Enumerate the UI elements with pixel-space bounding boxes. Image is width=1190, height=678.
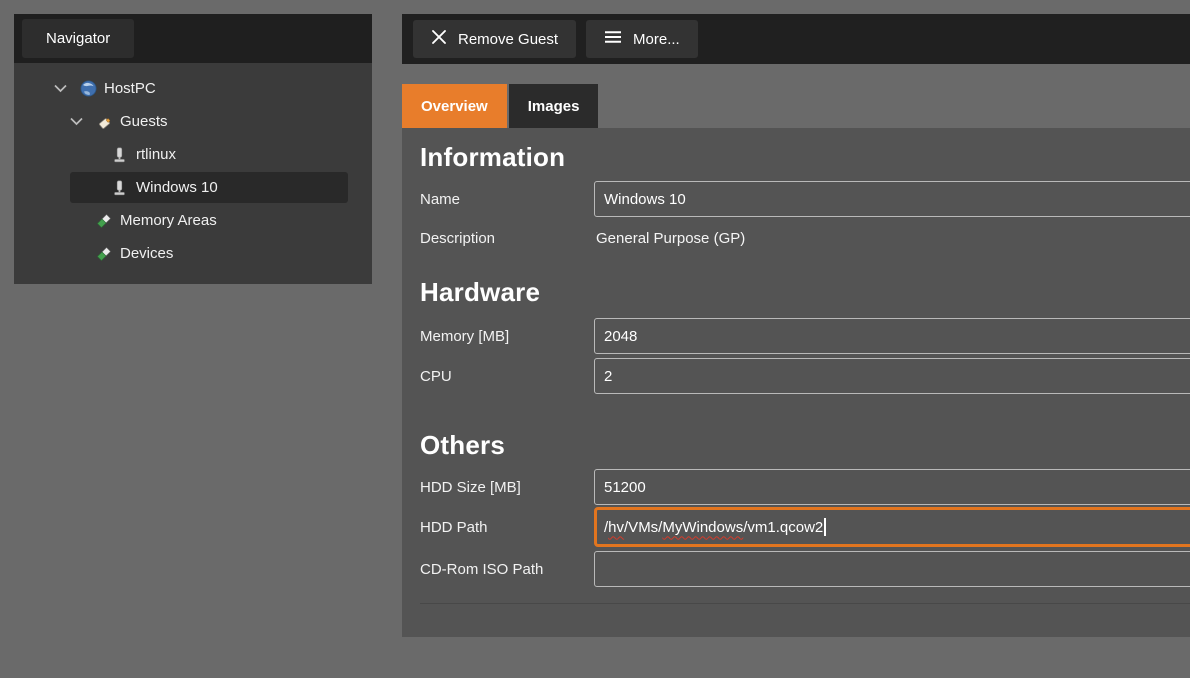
tree-item-devices[interactable]: Devices (14, 237, 372, 270)
tree-item-rtlinux[interactable]: rtlinux (14, 138, 372, 171)
section-divider (420, 603, 1190, 604)
tab-images-label: Images (528, 98, 580, 115)
hdd-path-text: /hv/VMs/MyWindows/vm1.qcow2 (604, 519, 823, 536)
hdd-size-input[interactable] (594, 469, 1190, 505)
tree-item-hostpc[interactable]: HostPC (14, 72, 372, 105)
tree-item-memory-areas[interactable]: Memory Areas (14, 204, 372, 237)
cpu-input[interactable] (594, 358, 1190, 394)
cdrom-input[interactable] (594, 551, 1190, 587)
close-icon (431, 29, 447, 49)
navigator-header: Navigator (14, 14, 372, 63)
information-heading: Information (420, 142, 1190, 173)
hardware-heading: Hardware (420, 277, 1190, 308)
cdrom-field-row: CD-Rom ISO Path (420, 551, 1190, 587)
tree-item-label: HostPC (104, 80, 156, 97)
memory-field-row: Memory [MB] (420, 318, 1190, 354)
tree-item-label: Devices (120, 245, 173, 262)
name-input[interactable] (594, 181, 1190, 217)
more-button[interactable]: More... (586, 20, 698, 58)
others-heading: Others (420, 430, 1190, 461)
module-icon (96, 246, 120, 262)
menu-icon (604, 30, 622, 48)
host-globe-icon (80, 80, 104, 97)
overview-panel: Information Name Description General Pur… (402, 128, 1190, 637)
guests-icon (96, 114, 120, 130)
tree-item-label: Guests (120, 113, 168, 130)
tree-item-label: Windows 10 (136, 179, 218, 196)
name-field-row: Name (420, 181, 1190, 217)
chevron-down-icon[interactable] (54, 84, 80, 93)
hdd-path-label: HDD Path (420, 519, 594, 536)
remove-guest-label: Remove Guest (458, 31, 558, 48)
description-field-row: Description General Purpose (GP) (420, 225, 1190, 251)
tab-images[interactable]: Images (509, 84, 599, 128)
tree-item-label: rtlinux (136, 146, 176, 163)
vm-icon (112, 180, 136, 196)
cpu-label: CPU (420, 368, 594, 385)
chevron-down-icon[interactable] (70, 117, 96, 126)
toolbar: Remove Guest More... (402, 14, 1190, 64)
cpu-field-row: CPU (420, 358, 1190, 394)
navigator-panel: Navigator HostPC (14, 14, 372, 284)
tab-overview[interactable]: Overview (402, 84, 507, 128)
tree-item-guests[interactable]: Guests (14, 105, 372, 138)
text-caret (824, 518, 826, 536)
remove-guest-button[interactable]: Remove Guest (413, 20, 576, 58)
tree-item-windows10[interactable]: Windows 10 (70, 172, 348, 203)
hdd-size-field-row: HDD Size [MB] (420, 469, 1190, 505)
module-icon (96, 213, 120, 229)
navigator-tree: HostPC Guests (14, 63, 372, 270)
more-label: More... (633, 31, 680, 48)
description-value: General Purpose (GP) (594, 230, 1190, 247)
tree-item-label: Memory Areas (120, 212, 217, 229)
navigator-title[interactable]: Navigator (22, 19, 134, 58)
hdd-path-field-row: HDD Path /hv/VMs/MyWindows/vm1.qcow2 (420, 507, 1190, 547)
memory-label: Memory [MB] (420, 328, 594, 345)
name-label: Name (420, 191, 594, 208)
hdd-size-label: HDD Size [MB] (420, 479, 594, 496)
navigator-title-label: Navigator (46, 30, 110, 47)
tab-bar: Overview Images (402, 84, 598, 128)
memory-input[interactable] (594, 318, 1190, 354)
hdd-path-input[interactable]: /hv/VMs/MyWindows/vm1.qcow2 (594, 507, 1190, 547)
cdrom-label: CD-Rom ISO Path (420, 561, 594, 578)
vm-icon (112, 147, 136, 163)
tab-overview-label: Overview (421, 98, 488, 115)
description-label: Description (420, 230, 594, 247)
